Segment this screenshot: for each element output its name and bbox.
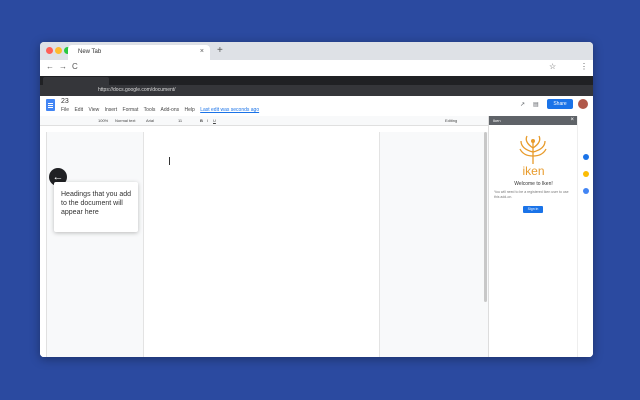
share-button[interactable]: Share <box>547 99 573 109</box>
side-rail <box>577 116 593 357</box>
style-select[interactable]: Normal text <box>115 118 135 123</box>
sign-in-button[interactable]: Sign in <box>523 206 543 213</box>
outline-message: Headings that you add to the document wi… <box>61 191 132 216</box>
inner-address-bar: https://docs.google.com/document/ <box>40 85 593 96</box>
menu-help[interactable]: Help <box>185 107 195 113</box>
menu-insert[interactable]: Insert <box>105 107 118 113</box>
italic-icon[interactable]: I <box>207 118 208 123</box>
description-text: You will need to be a registered Iken us… <box>494 190 569 199</box>
tab-strip: New Tab × + <box>40 42 593 60</box>
sidebar-close-icon[interactable]: × <box>570 117 574 123</box>
vertical-ruler[interactable] <box>40 132 47 357</box>
tasks-icon[interactable] <box>583 188 589 194</box>
font-select[interactable]: Arial <box>146 118 154 123</box>
docs-header: 23 File Edit View Insert Format Tools Ad… <box>40 96 593 116</box>
star-icon[interactable]: ☆ <box>549 62 556 71</box>
docs-toolbar: 100% Normal text Arial 11 B I U Editing <box>40 116 488 126</box>
last-edit-link[interactable]: Last edit was seconds ago <box>200 107 259 113</box>
scrollbar[interactable] <box>484 132 487 302</box>
reload-icon[interactable]: C <box>72 62 78 71</box>
menu-tools[interactable]: Tools <box>144 107 156 113</box>
menu-format[interactable]: Format <box>123 107 139 113</box>
doc-title[interactable]: 23 <box>61 98 69 105</box>
document-page[interactable] <box>143 132 380 357</box>
bold-icon[interactable]: B <box>200 118 203 123</box>
keep-icon[interactable] <box>583 171 589 177</box>
docs-menu-bar: File Edit View Insert Format Tools Add-o… <box>61 107 263 113</box>
menu-view[interactable]: View <box>88 107 99 113</box>
browser-window: New Tab × + ← → C ☆ ⋮ https://docs.googl… <box>40 42 593 357</box>
sidebar-title: Iken <box>493 118 501 123</box>
docs-logo-icon[interactable] <box>46 99 55 111</box>
calendar-icon[interactable] <box>583 154 589 160</box>
welcome-text: Welcome to Iken! <box>514 181 553 187</box>
outline-panel: Headings that you add to the document wi… <box>54 182 138 232</box>
font-size-select[interactable]: 11 <box>178 118 182 123</box>
tab-title: New Tab <box>78 49 102 55</box>
comments-icon[interactable]: ▤ <box>533 101 539 108</box>
editing-mode-select[interactable]: Editing <box>445 118 457 123</box>
activity-icon[interactable]: ↗ <box>520 101 525 108</box>
iken-sidebar: Iken × iken Welcome to Iken! You will ne… <box>488 116 578 357</box>
forward-icon[interactable]: → <box>59 62 67 71</box>
new-tab-button[interactable]: + <box>217 45 223 56</box>
inner-tab-strip <box>40 76 593 85</box>
inner-tab[interactable] <box>43 77 109 85</box>
text-cursor <box>169 157 170 165</box>
close-dot[interactable] <box>46 47 53 54</box>
inner-url[interactable]: https://docs.google.com/document/ <box>98 87 176 93</box>
menu-edit[interactable]: Edit <box>74 107 83 113</box>
sidebar-header: Iken × <box>489 116 578 125</box>
brand-name: iken <box>522 164 545 178</box>
docs-screen: https://docs.google.com/document/ 23 Fil… <box>40 76 593 357</box>
menu-file[interactable]: File <box>61 107 69 113</box>
address-bar: ← → C ☆ ⋮ <box>40 60 593 77</box>
avatar[interactable] <box>578 99 588 109</box>
back-icon[interactable]: ← <box>46 62 54 71</box>
browser-menu-icon[interactable]: ⋮ <box>580 62 588 71</box>
minimize-dot[interactable] <box>55 47 62 54</box>
zoom-select[interactable]: 100% <box>98 118 108 123</box>
tab-new-tab[interactable]: New Tab × <box>68 45 210 60</box>
iken-logo-icon <box>519 135 547 164</box>
underline-icon[interactable]: U <box>213 118 216 123</box>
tab-close-icon[interactable]: × <box>200 48 204 55</box>
menu-addons[interactable]: Add-ons <box>160 107 179 113</box>
